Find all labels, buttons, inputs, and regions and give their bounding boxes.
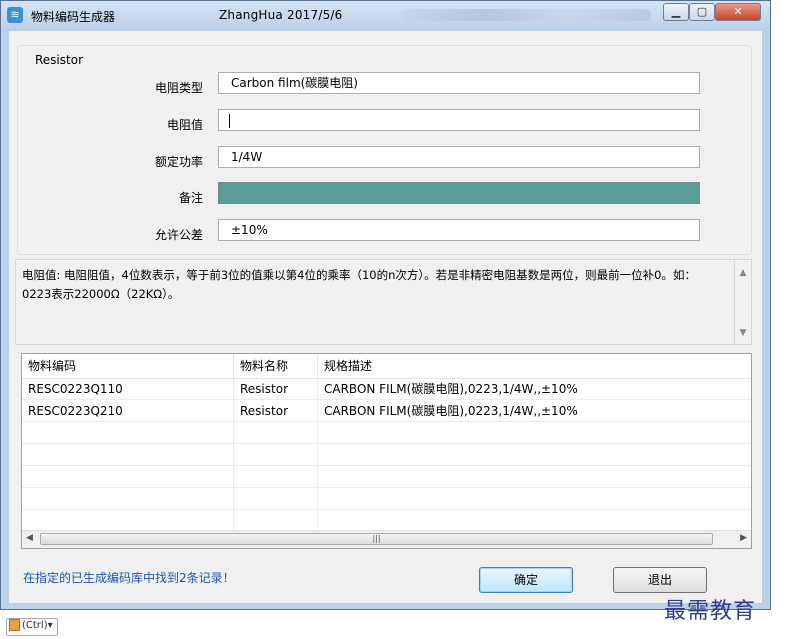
cell-spec: CARBON FILM(碳膜电阻),0223,1/4W,,±10% xyxy=(324,382,578,396)
title-bar[interactable]: ≋ 物料编码生成器 ZhangHua 2017/5/6 ▁ ▢ ✕ xyxy=(1,1,770,31)
column-header-name[interactable]: 物料名称 xyxy=(234,354,318,378)
description-scrollbar[interactable]: ▲ ▼ xyxy=(735,259,752,345)
description-textarea[interactable]: 电阻值: 电阻阻值，4位数表示，等于前3位的值乘以第4位的乘率（10的n次方）。… xyxy=(15,259,735,345)
close-icon: ✕ xyxy=(733,5,743,18)
tolerance-value: ±10% xyxy=(231,223,268,237)
tolerance-field[interactable]: ±10% xyxy=(218,219,700,241)
table-row[interactable]: RESC0223Q210 Resistor CARBON FILM(碳膜电阻),… xyxy=(22,400,751,422)
watermark-logo: 最需教育 xyxy=(664,599,757,624)
cell-spec: CARBON FILM(碳膜电阻),0223,1/4W,,±10% xyxy=(324,404,578,418)
tolerance-label: 允许公差 xyxy=(154,228,203,242)
column-header-spec[interactable]: 规格描述 xyxy=(318,354,751,378)
rated-power-field[interactable]: 1/4W xyxy=(218,146,700,168)
minimize-button[interactable]: ▁ xyxy=(663,3,689,21)
scrollbar-thumb[interactable]: ||| xyxy=(40,533,713,545)
table-horizontal-scrollbar[interactable]: ◀ ||| ▶ xyxy=(22,530,751,548)
group-label: Resistor xyxy=(32,53,86,67)
empty-row xyxy=(22,444,751,466)
paste-options-badge[interactable]: (Ctrl)▾ xyxy=(6,618,58,636)
empty-row xyxy=(22,488,751,510)
status-message: 在指定的已生成编码库中找到2条记录！ xyxy=(23,571,235,585)
scroll-left-icon[interactable]: ◀ xyxy=(26,533,33,543)
exit-button[interactable]: 退出 xyxy=(613,567,707,593)
cell-code: RESC0223Q110 xyxy=(22,378,234,400)
scroll-down-icon[interactable]: ▼ xyxy=(735,328,751,338)
empty-row xyxy=(22,510,751,532)
table-header: 物料编码 物料名称 规格描述 xyxy=(22,354,751,379)
resistance-value-input[interactable] xyxy=(218,109,700,131)
remark-field[interactable] xyxy=(218,182,700,204)
column-header-code[interactable]: 物料编码 xyxy=(22,354,234,378)
window-title: 物料编码生成器 xyxy=(31,10,116,24)
maximize-button[interactable]: ▢ xyxy=(689,3,715,21)
window-author: ZhangHua 2017/5/6 xyxy=(219,8,343,22)
minimize-icon: ▁ xyxy=(671,5,681,18)
records-table[interactable]: 物料编码 物料名称 规格描述 RESC0223Q110 Resistor CAR… xyxy=(21,353,752,549)
rated-power-value: 1/4W xyxy=(231,150,263,164)
remark-label: 备注 xyxy=(178,191,203,205)
empty-row xyxy=(22,466,751,488)
resistor-groupbox: Resistor 电阻类型 Carbon film(碳膜电阻) 电阻值 额定功率… xyxy=(17,45,752,255)
close-button[interactable]: ✕ xyxy=(715,3,761,21)
resistance-value-label: 电阻值 xyxy=(166,118,203,132)
cell-code: RESC0223Q210 xyxy=(22,400,234,422)
cell-name: Resistor xyxy=(234,400,318,422)
resistor-type-label: 电阻类型 xyxy=(154,81,203,95)
scroll-up-icon[interactable]: ▲ xyxy=(735,268,751,278)
rated-power-label: 额定功率 xyxy=(154,155,203,169)
resistor-type-value: Carbon film(碳膜电阻) xyxy=(231,76,358,90)
cell-name: Resistor xyxy=(234,378,318,400)
blurred-title-area xyxy=(401,9,651,21)
app-window: ≋ 物料编码生成器 ZhangHua 2017/5/6 ▁ ▢ ✕ Resist… xyxy=(0,0,771,610)
empty-row xyxy=(22,422,751,444)
clipboard-icon xyxy=(9,619,20,631)
maximize-icon: ▢ xyxy=(696,5,708,18)
ctrl-label: (Ctrl)▾ xyxy=(22,620,53,631)
scroll-right-icon[interactable]: ▶ xyxy=(740,533,747,543)
text-caret xyxy=(229,113,230,128)
app-icon: ≋ xyxy=(7,7,23,23)
resistor-type-field[interactable]: Carbon film(碳膜电阻) xyxy=(218,72,700,94)
ok-button[interactable]: 确定 xyxy=(479,567,573,593)
client-area: Resistor 电阻类型 Carbon film(碳膜电阻) 电阻值 额定功率… xyxy=(9,31,762,603)
table-row[interactable]: RESC0223Q110 Resistor CARBON FILM(碳膜电阻),… xyxy=(22,378,751,400)
